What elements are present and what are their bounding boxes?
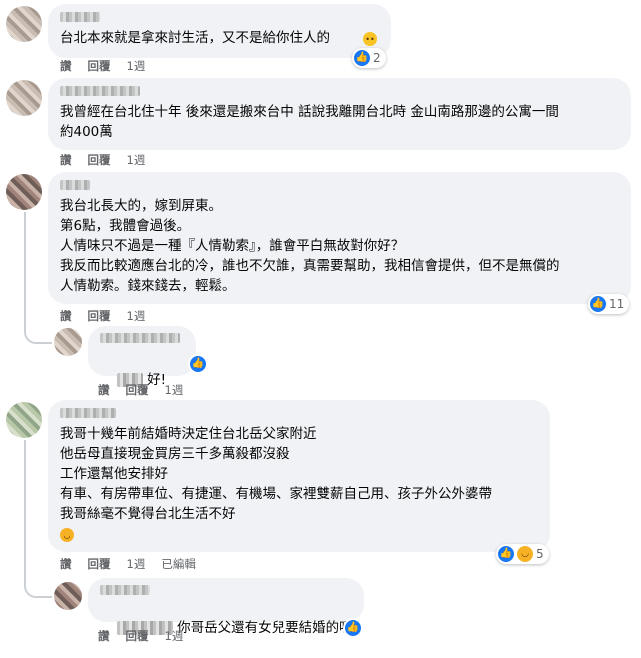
reaction-count: 5 — [536, 547, 544, 561]
comment-bubble: 我台北長大的，嫁到屏東。 第6點，我體會過後。 人情味只不過是一種『人情勒索』，… — [48, 172, 631, 304]
reply-button[interactable]: 回覆 — [88, 58, 111, 74]
commenter-name-blurred[interactable] — [60, 86, 140, 96]
edited-label: 已編輯 — [161, 557, 196, 571]
comment-actions: 讚 回覆 1週 — [60, 308, 161, 324]
reaction-count: 11 — [609, 297, 625, 311]
thread-line — [24, 212, 26, 318]
avatar[interactable] — [6, 402, 42, 438]
thread-connector — [24, 318, 52, 344]
commenter-name-blurred[interactable] — [60, 12, 100, 22]
reply-button[interactable]: 回覆 — [126, 382, 149, 398]
neutral-face-icon: •• — [363, 32, 377, 46]
like-button[interactable]: 讚 — [60, 152, 72, 168]
avatar[interactable] — [6, 80, 42, 116]
reply-button[interactable]: 回覆 — [126, 628, 149, 644]
reply-button[interactable]: 回覆 — [88, 308, 111, 324]
like-button[interactable]: 讚 — [60, 308, 72, 324]
like-icon: 👍 — [498, 546, 514, 562]
like-button[interactable]: 讚 — [98, 382, 110, 398]
comment-text: 我曾經在台北住十年 後來還是搬來台中 話說我離開台北時 金山南路那邊的公寓一間 … — [60, 104, 559, 140]
timestamp[interactable]: 1週 — [165, 628, 184, 644]
timestamp[interactable]: 1週 — [127, 556, 146, 572]
comment-bubble: 我哥十幾年前結婚時決定住台北岳父家附近 他岳母直接現金買房三千多萬殺都沒殺 工作… — [48, 400, 550, 552]
reply-bubble: 你哥岳父還有女兒要結婚的嗎 — [88, 578, 364, 636]
like-button[interactable]: 讚 — [98, 628, 110, 644]
commenter-name-blurred[interactable] — [100, 333, 180, 343]
commenter-name-blurred[interactable] — [60, 408, 116, 418]
like-icon[interactable]: 👍 — [190, 356, 206, 372]
comment-actions: 讚 回覆 1週 已編輯 — [60, 556, 212, 572]
avatar[interactable] — [54, 328, 82, 356]
timestamp[interactable]: 1週 — [127, 58, 146, 74]
comment-actions: 讚 回覆 1週 — [60, 58, 161, 74]
haha-icon: ◡ — [60, 528, 74, 542]
comment-actions: 讚 回覆 1週 — [98, 382, 199, 398]
reply-bubble: 好! — [88, 326, 196, 388]
timestamp[interactable]: 1週 — [127, 152, 146, 168]
reaction-count: 2 — [373, 51, 381, 65]
reaction-summary[interactable]: 👍 11 — [588, 294, 630, 314]
reply-text-visible: 你哥岳父還有女兒要結婚的嗎 — [177, 620, 353, 636]
like-icon[interactable]: 👍 — [345, 620, 361, 636]
thread-connector — [24, 572, 52, 598]
comment-text: 台北本來就是拿來討生活，又不是給你住人的 — [60, 30, 330, 46]
like-icon: 👍 — [354, 50, 370, 66]
like-button[interactable]: 讚 — [60, 58, 72, 74]
comment-actions: 讚 回覆 1週 — [98, 628, 199, 644]
avatar[interactable] — [6, 174, 42, 210]
reaction-summary[interactable]: 👍 ◡ 5 — [496, 544, 549, 564]
reply-button[interactable]: 回覆 — [88, 152, 111, 168]
comment-text: 我哥十幾年前結婚時決定住台北岳父家附近 他岳母直接現金買房三千多萬殺都沒殺 工作… — [60, 426, 492, 522]
reply-button[interactable]: 回覆 — [88, 556, 111, 572]
comment-bubble: 我曾經在台北住十年 後來還是搬來台中 話說我離開台北時 金山南路那邊的公寓一間 … — [48, 78, 631, 150]
haha-icon: ◡ — [517, 546, 533, 562]
commenter-name-blurred[interactable] — [100, 585, 150, 595]
timestamp[interactable]: 1週 — [165, 382, 184, 398]
reaction-summary[interactable]: 👍 2 — [352, 48, 386, 68]
like-icon: 👍 — [590, 296, 606, 312]
commenter-name-blurred[interactable] — [60, 180, 90, 190]
thread-line — [24, 440, 26, 572]
like-button[interactable]: 讚 — [60, 556, 72, 572]
comment-text: 我台北長大的，嫁到屏東。 第6點，我體會過後。 人情味只不過是一種『人情勒索』，… — [60, 198, 560, 294]
avatar[interactable] — [6, 6, 42, 42]
comment-actions: 讚 回覆 1週 — [60, 152, 161, 168]
timestamp[interactable]: 1週 — [127, 308, 146, 324]
avatar[interactable] — [54, 582, 82, 610]
comment-bubble: 台北本來就是拿來討生活，又不是給你住人的 •• — [48, 4, 391, 58]
